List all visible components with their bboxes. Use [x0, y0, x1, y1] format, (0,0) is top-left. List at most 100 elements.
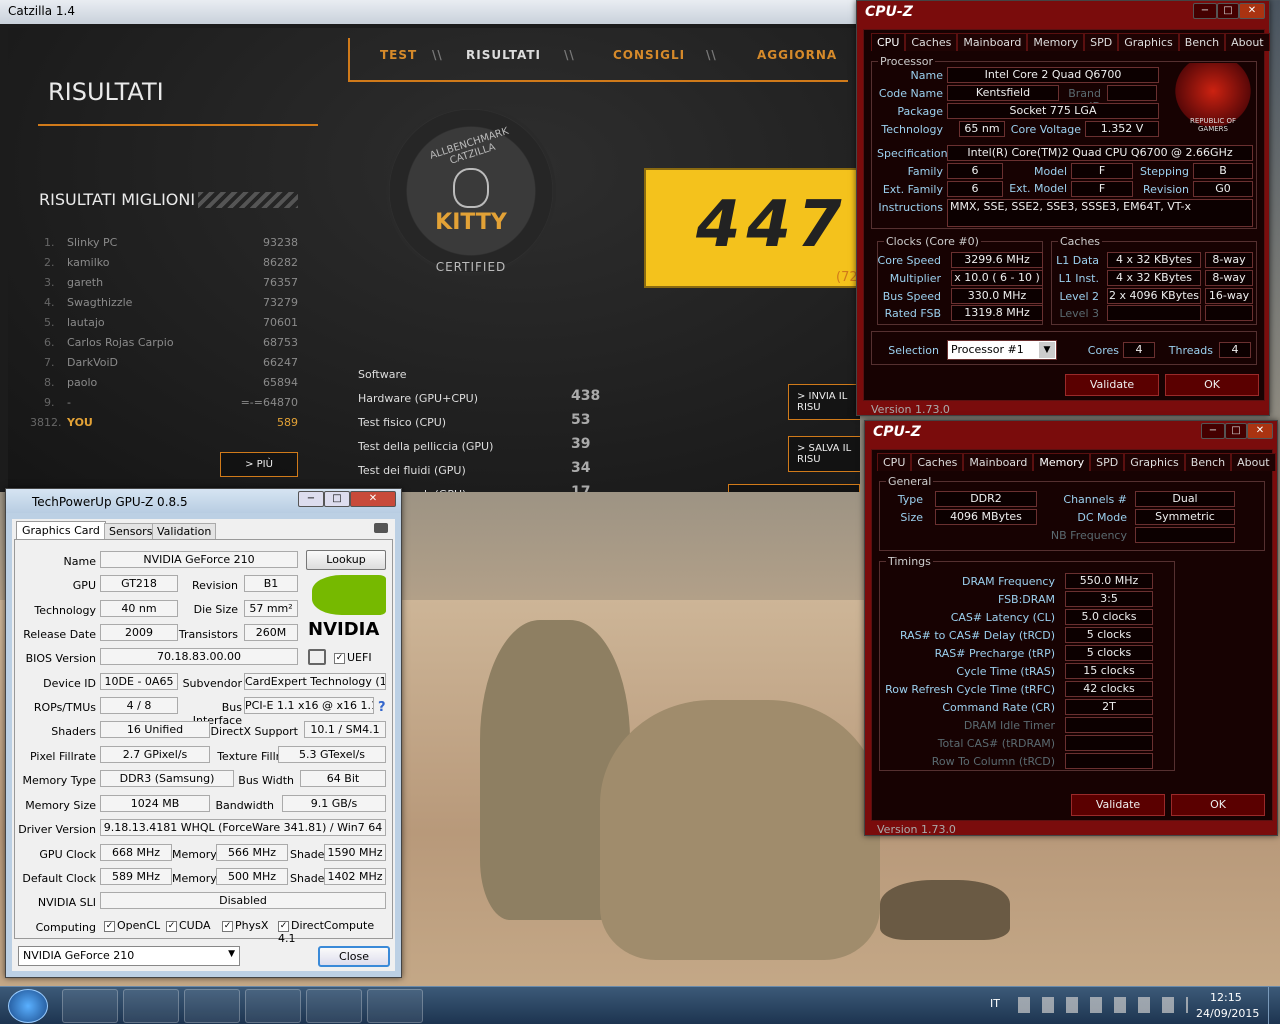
timing-value: 42 clocks [1065, 681, 1153, 697]
field-value: Disabled [100, 892, 386, 909]
save-result-button[interactable]: > SALVA IL RISU [788, 436, 860, 472]
close-button[interactable]: ✕ [1239, 3, 1265, 19]
chrome-icon[interactable] [123, 989, 179, 1023]
player-score: 93238 [263, 236, 298, 249]
minimize-button[interactable]: − [298, 491, 324, 507]
field-label: BIOS Version [25, 652, 96, 665]
field-label: Size [900, 511, 923, 524]
tab-about[interactable]: About [1225, 33, 1270, 51]
tab-spd[interactable]: SPD [1084, 33, 1119, 51]
field-label: NB Frequency [1050, 529, 1127, 542]
catzilla-body: TEST \\ RISULTATI \\ CONSIGLI \\ AGGIORN… [8, 28, 860, 492]
minimize-button[interactable]: − [1201, 423, 1225, 439]
timing-label: RAS# to CAS# Delay (tRCD) [899, 629, 1055, 642]
app-icon[interactable] [245, 989, 301, 1023]
tab-bench[interactable]: Bench [1178, 33, 1226, 51]
player-name: DarkVoiD [67, 356, 119, 369]
player-name: YOU [67, 416, 93, 429]
player-score: 66247 [263, 356, 298, 369]
tab-caches[interactable]: Caches [905, 33, 958, 51]
timing-value [1065, 735, 1153, 751]
field-value: 65 nm [959, 121, 1005, 137]
tab-about[interactable]: About [1231, 453, 1276, 471]
wallpaper-boot [880, 880, 1010, 940]
language-indicator[interactable]: IT [990, 997, 1000, 1010]
validate-button[interactable]: Validate [1071, 794, 1165, 816]
cpuz-icon[interactable] [306, 989, 362, 1023]
field-value: Symmetric [1135, 509, 1235, 525]
physx-checkbox[interactable]: ✓ PhysX [222, 919, 268, 932]
window-title: CPU-Z [865, 4, 913, 20]
timing-label: Total CAS# (tRDRAM) [937, 737, 1055, 750]
field-value [1205, 305, 1253, 321]
result-value: 39 [571, 436, 591, 452]
field-value: 4096 MBytes [935, 509, 1037, 525]
close-button[interactable]: Close [318, 946, 390, 967]
clock-time[interactable]: 12:15 [1210, 991, 1242, 1004]
tab-memory[interactable]: Memory [1033, 453, 1091, 471]
tab-bench[interactable]: Bench [1184, 453, 1232, 471]
directcompute-checkbox[interactable]: ✓ DirectCompute 4.1 [278, 919, 395, 945]
leaderboard-row: 5. lautajo 70601 [38, 316, 298, 336]
camera-icon[interactable] [374, 523, 388, 533]
opencl-checkbox[interactable]: ✓ OpenCL [104, 919, 160, 932]
itunes-icon[interactable] [184, 989, 240, 1023]
clock-date[interactable]: 24/09/2015 [1196, 1007, 1259, 1020]
tab-cpu[interactable]: CPU [877, 453, 912, 471]
maximize-button[interactable]: □ [1225, 423, 1247, 439]
field-label: Revision [1143, 183, 1189, 196]
tab-graphics[interactable]: Graphics [1124, 453, 1185, 471]
ok-button[interactable]: OK [1171, 794, 1265, 816]
field-label: DirectX Support [210, 725, 298, 738]
field-label: Model [1033, 165, 1067, 178]
gpu-select[interactable]: NVIDIA GeForce 210 ▼ [18, 946, 240, 966]
more-button[interactable]: > PIÙ [220, 452, 298, 477]
lookup-button[interactable]: Lookup [306, 550, 386, 570]
maximize-button[interactable]: □ [324, 491, 350, 507]
minimize-button[interactable]: − [1193, 3, 1217, 19]
player-score: 86282 [263, 256, 298, 269]
score-sub: (72 [836, 270, 858, 285]
tab-spd[interactable]: SPD [1090, 453, 1125, 471]
field-label: Technology [34, 604, 96, 617]
player-name: Carlos Rojas Carpio [67, 336, 174, 349]
tab-mainboard[interactable]: Mainboard [957, 33, 1028, 51]
field-label: GPU [72, 579, 96, 592]
tab-sensors[interactable]: Sensors [104, 523, 158, 540]
close-button[interactable]: ✕ [1247, 423, 1273, 439]
explorer-icon[interactable] [62, 989, 118, 1023]
field-value: 3299.6 MHz [951, 252, 1043, 268]
field-value: 4 / 8 [100, 697, 178, 714]
send-result-button[interactable]: > INVIA IL RISU [788, 384, 860, 420]
tab-cpu[interactable]: CPU [871, 33, 906, 51]
help-icon[interactable]: ? [378, 700, 386, 715]
view-tips-button[interactable]: > VEDI I CONSIGLI [728, 484, 860, 492]
field-label: Specification [877, 147, 948, 160]
field-value: 8-way [1205, 252, 1253, 268]
leaderboard-row: 3. gareth 76357 [38, 276, 298, 296]
field-value: 10DE - 0A65 [100, 673, 178, 690]
show-desktop-button[interactable] [1268, 987, 1280, 1024]
field-value: 2 x 4096 KBytes [1107, 288, 1201, 304]
field-label: Level 2 [1059, 290, 1099, 303]
field-value: 16 Unified [100, 721, 210, 738]
start-button[interactable] [8, 989, 48, 1023]
share-icon[interactable] [308, 649, 326, 665]
tab-graphics-card[interactable]: Graphics Card [16, 521, 106, 539]
tab-mainboard[interactable]: Mainboard [963, 453, 1034, 471]
gpuz-icon[interactable] [367, 989, 423, 1023]
timing-label: CAS# Latency (CL) [950, 611, 1055, 624]
result-value: 34 [571, 460, 591, 476]
leaderboard-row: 1. Slinky PC 93238 [38, 236, 298, 256]
tab-memory[interactable]: Memory [1027, 33, 1085, 51]
validate-button[interactable]: Validate [1065, 374, 1159, 396]
tab-validation[interactable]: Validation [152, 523, 217, 540]
ok-button[interactable]: OK [1165, 374, 1259, 396]
tab-caches[interactable]: Caches [911, 453, 964, 471]
cuda-checkbox[interactable]: ✓ CUDA [166, 919, 211, 932]
chevron-down-icon[interactable]: ▼ [1039, 342, 1055, 358]
maximize-button[interactable]: □ [1217, 3, 1239, 19]
close-button[interactable]: ✕ [350, 491, 396, 507]
uefi-checkbox[interactable]: ✓ UEFI [334, 651, 372, 664]
tab-graphics[interactable]: Graphics [1118, 33, 1179, 51]
